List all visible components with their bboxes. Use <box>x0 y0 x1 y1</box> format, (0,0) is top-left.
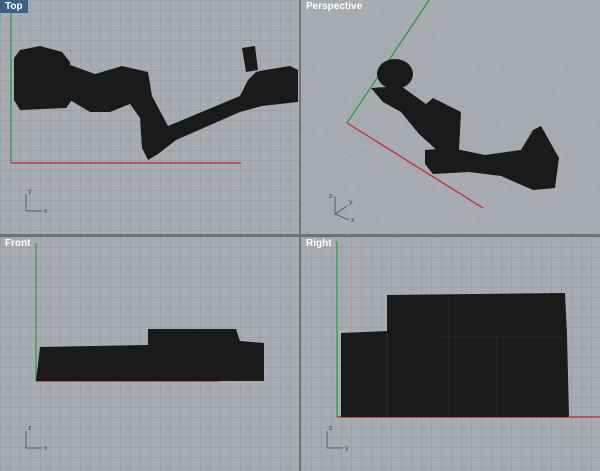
viewport-perspective-canvas[interactable]: z y x <box>301 0 600 234</box>
viewport-top-canvas[interactable]: y x <box>0 0 299 234</box>
axis-indicator: z y <box>326 425 349 452</box>
viewport-perspective[interactable]: z y x Perspective <box>301 0 600 234</box>
viewport-right[interactable]: z y Right <box>301 237 600 471</box>
viewport-front-canvas[interactable]: z x <box>0 237 299 471</box>
axis-label-x: x <box>44 208 48 215</box>
model-mesh <box>14 46 298 160</box>
axis-label-x: x <box>351 217 355 224</box>
viewport-title-perspective[interactable]: Perspective <box>301 0 367 13</box>
viewport-top[interactable]: y x Top <box>0 0 299 234</box>
model-mesh <box>341 293 569 417</box>
axis-label-y: y <box>28 188 32 195</box>
axis-indicator: z x <box>25 425 48 452</box>
axis-label-y: y <box>349 199 353 206</box>
viewport-front[interactable]: z x Front <box>0 237 299 471</box>
model-mesh <box>36 329 264 381</box>
axis-indicator: y x <box>25 188 48 215</box>
viewport-title-top[interactable]: Top <box>0 0 28 13</box>
viewport-right-canvas[interactable]: z y <box>301 237 600 471</box>
axis-label-z: z <box>329 193 333 200</box>
axis-label-z: z <box>28 425 32 432</box>
viewport-title-right[interactable]: Right <box>301 237 337 250</box>
axis-label-x: x <box>44 445 48 452</box>
axis-label-y: y <box>345 445 349 452</box>
viewport-title-front[interactable]: Front <box>0 237 36 250</box>
axis-label-z: z <box>329 425 333 432</box>
